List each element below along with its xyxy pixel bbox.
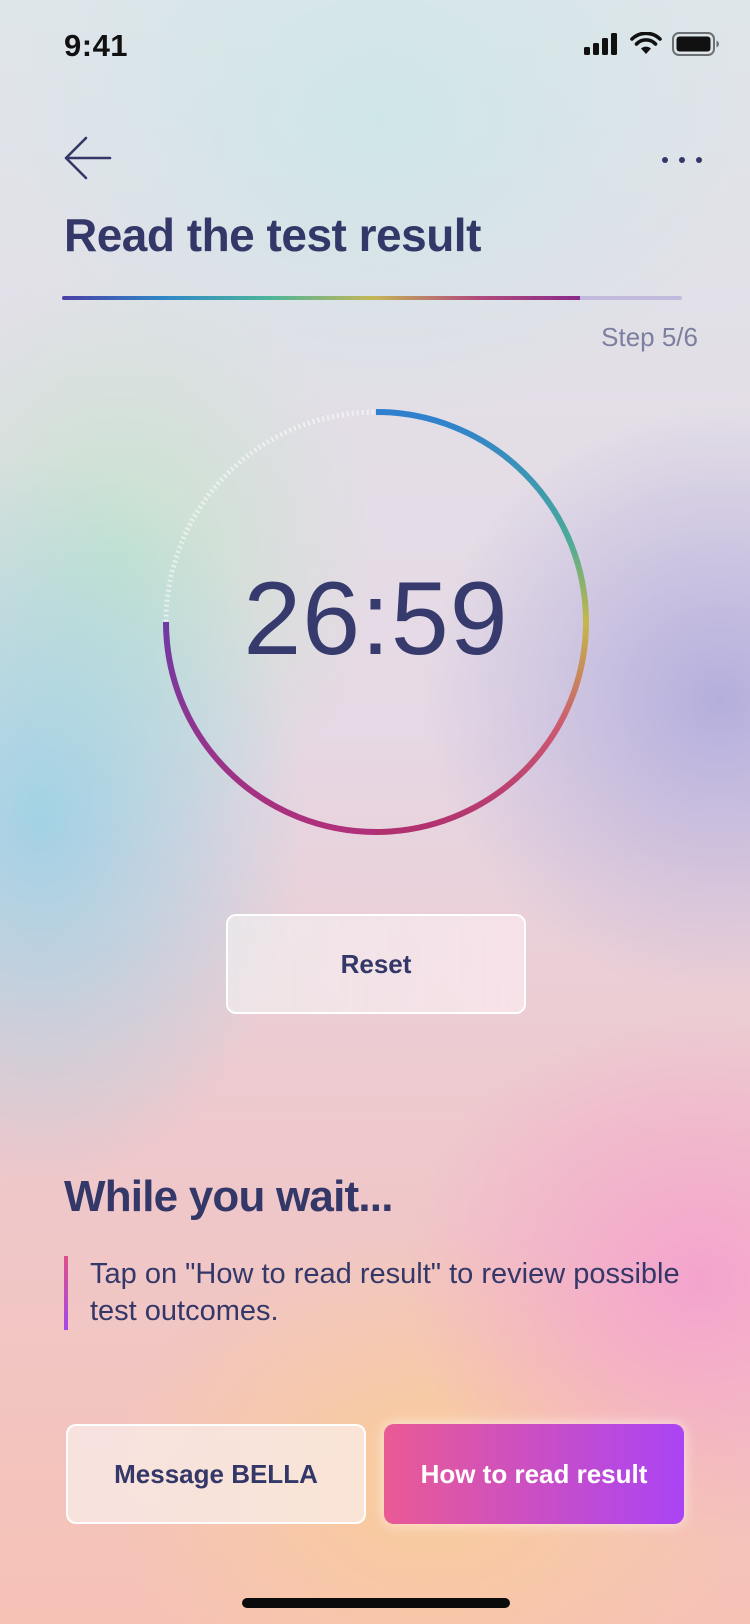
countdown-timer: 26:59: [154, 400, 598, 844]
battery-icon: [672, 32, 719, 56]
arrow-left-icon: [64, 136, 112, 180]
wifi-icon: [630, 32, 662, 54]
status-bar: 9:41: [0, 0, 750, 92]
how-to-read-result-button[interactable]: How to read result: [384, 1424, 684, 1524]
more-options-button[interactable]: [660, 146, 706, 174]
home-indicator: [242, 1598, 510, 1608]
wait-section-tip: Tap on "How to read result" to review po…: [64, 1256, 690, 1330]
status-icons: [584, 32, 720, 56]
reset-button[interactable]: Reset: [226, 914, 526, 1014]
step-progress-bar: [62, 296, 682, 300]
timer-value: 26:59: [243, 560, 509, 677]
more-horizontal-icon: [662, 157, 702, 163]
step-progress-fill: [62, 296, 580, 300]
wait-section-title: While you wait...: [64, 1172, 393, 1221]
back-button[interactable]: [62, 134, 114, 182]
cellular-signal-icon: [584, 33, 617, 55]
status-time: 9:41: [64, 28, 129, 63]
step-label: Step 5/6: [601, 322, 698, 352]
page-title: Read the test result: [64, 209, 481, 261]
message-bella-button[interactable]: Message BELLA: [66, 1424, 366, 1524]
